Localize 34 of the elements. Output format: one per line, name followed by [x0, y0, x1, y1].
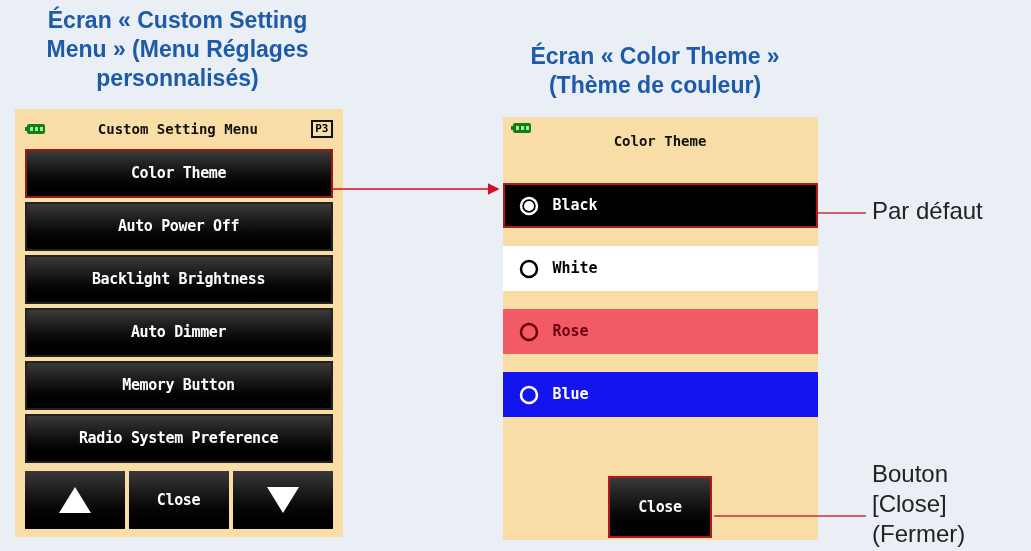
- radio-icon: [518, 258, 539, 279]
- annotation-text: Par défaut: [872, 196, 983, 226]
- option-label: Blue: [552, 384, 589, 406]
- page-badge: P3: [311, 120, 333, 138]
- down-triangle-icon: [266, 487, 299, 513]
- menu-button[interactable]: Color Theme: [24, 149, 333, 198]
- radio-icon: [518, 195, 539, 216]
- menu-button[interactable]: Memory Button: [24, 361, 333, 410]
- menu-button[interactable]: Auto Dimmer: [24, 308, 333, 357]
- theme-option[interactable]: White: [502, 246, 818, 291]
- screen-heading: Écran « Color Theme » (Thème de couleur): [530, 42, 780, 100]
- screen-title: Color Theme: [612, 132, 708, 151]
- theme-option[interactable]: Blue: [502, 372, 818, 417]
- screen-heading: Écran « Custom Setting Menu » (Menu Réglages personnalisés): [46, 6, 309, 93]
- scroll-up-button[interactable]: [24, 471, 125, 529]
- screen-title: Custom Setting Menu: [96, 119, 259, 139]
- leader-line: [816, 212, 867, 214]
- up-triangle-icon: [58, 487, 91, 513]
- menu-button[interactable]: Auto Power Off: [24, 202, 333, 251]
- battery-icon: [510, 123, 531, 133]
- annotation-text: Bouton [Close] (Fermer): [872, 459, 967, 549]
- option-label: White: [552, 258, 598, 280]
- option-label: Rose: [552, 321, 589, 343]
- close-button[interactable]: Close: [608, 476, 712, 538]
- scroll-down-button[interactable]: [232, 471, 333, 529]
- theme-option[interactable]: Black: [502, 183, 818, 228]
- close-button[interactable]: Close: [128, 471, 229, 529]
- radio-icon: [518, 321, 539, 342]
- option-label: Black: [552, 195, 598, 217]
- battery-icon: [24, 124, 45, 134]
- menu-button[interactable]: Radio System Preference: [24, 414, 333, 463]
- menu-button[interactable]: Backlight Brightness: [24, 255, 333, 304]
- theme-option[interactable]: Rose: [502, 309, 818, 354]
- radio-icon: [518, 384, 539, 405]
